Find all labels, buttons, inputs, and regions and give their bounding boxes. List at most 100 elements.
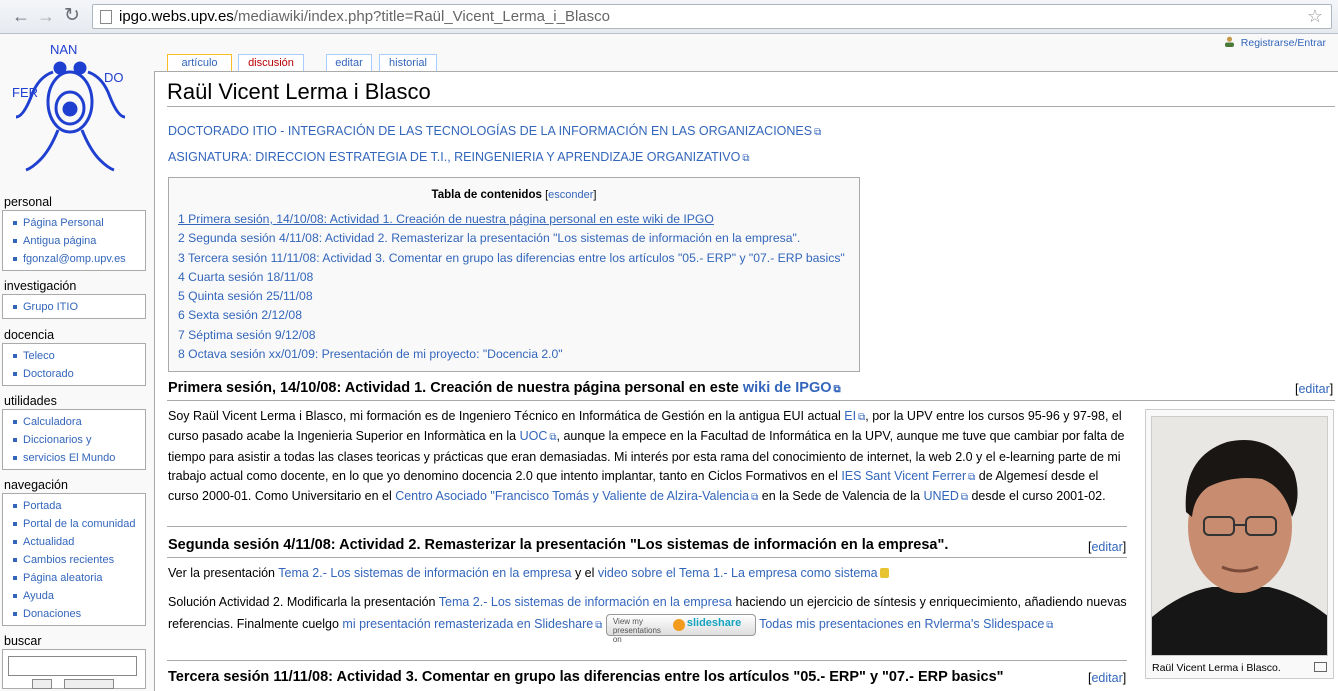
section-3-edit-link[interactable]: editar — [1091, 671, 1122, 685]
sidebar-item-pagina-aleatoria[interactable]: Página aleatoria — [11, 569, 145, 587]
tema2-link[interactable]: Tema 2.- Los sistemas de información en … — [278, 566, 571, 580]
sidebar-item-diccionarios[interactable]: Diccionarios y — [11, 431, 145, 449]
search-input[interactable] — [8, 656, 137, 676]
toc-item-8[interactable]: 8 Octava sesión xx/01/09: Presentación d… — [178, 345, 845, 364]
tab-history[interactable]: historial — [379, 54, 437, 71]
back-arrow-icon[interactable]: ← — [12, 6, 30, 26]
portlet-utilidades: Calculadora Diccionarios y servicios El … — [2, 409, 146, 470]
portlet-title-navegacion: navegación — [4, 478, 68, 492]
section-3-edit: [editar] — [1088, 671, 1127, 685]
slideshare-logo-icon — [672, 618, 685, 631]
portlet-title-buscar: buscar — [4, 634, 42, 648]
toc-item-7[interactable]: 7 Séptima sesión 9/12/08 — [178, 326, 845, 345]
sidebar-item-servicios[interactable]: servicios El Mundo — [11, 449, 145, 467]
ies-link[interactable]: IES Sant Vicent Ferrer — [841, 469, 975, 483]
portlet-docencia: Teleco Doctorado — [2, 343, 146, 386]
address-bar[interactable]: ipgo.webs.upv.es/mediawiki/index.php?tit… — [92, 4, 1332, 29]
tab-article[interactable]: artículo — [167, 54, 232, 72]
tab-discussion[interactable]: discusión — [238, 54, 304, 71]
ei-link[interactable]: EI — [844, 409, 865, 423]
portlet-title-personal: personal — [4, 195, 52, 209]
toc-hide-link[interactable]: esconder — [548, 189, 593, 201]
title-divider — [167, 106, 1335, 107]
portlet-title-utilidades: utilidades — [4, 394, 57, 408]
thumbnail-caption: Raül Vicent Lerma i Blasco. — [1152, 662, 1281, 674]
sidebar-item-email[interactable]: fgonzal@omp.upv.es — [11, 250, 145, 268]
url-path: /mediawiki/index.php?title=Raül_Vicent_L… — [233, 8, 610, 25]
slidespace-link[interactable]: Todas mis presentaciones en Rvlerma's Sl… — [759, 617, 1053, 631]
portlet-navegacion: Portada Portal de la comunidad Actualida… — [2, 493, 146, 626]
uned-link[interactable]: UNED — [923, 489, 968, 503]
asignatura-link[interactable]: ASIGNATURA: DIRECCION ESTRATEGIA DE T.I.… — [168, 150, 749, 164]
sidebar-item-antigua-pagina[interactable]: Antigua página — [11, 232, 145, 250]
portlet-title-docencia: docencia — [4, 328, 55, 342]
section-2-paragraph-1: Ver la presentación Tema 2.- Los sistema… — [168, 564, 1130, 583]
toc-item-4[interactable]: 4 Cuarta sesión 18/11/08 — [178, 268, 845, 287]
svg-text:NAN: NAN — [50, 42, 77, 57]
forward-arrow-icon[interactable]: → — [37, 6, 55, 26]
sidebar-item-donaciones[interactable]: Donaciones — [11, 605, 145, 623]
sidebar-item-portal-comunidad[interactable]: Portal de la comunidad — [11, 515, 145, 533]
profile-photo[interactable] — [1151, 416, 1328, 656]
go-button[interactable] — [32, 679, 52, 689]
sidebar-item-pagina-personal[interactable]: Página Personal — [11, 214, 145, 232]
toc-hide-wrapper: [esconder] — [545, 189, 597, 201]
sidebar-item-calculadora[interactable]: Calculadora — [11, 413, 145, 431]
sidebar-item-portada[interactable]: Portada — [11, 497, 145, 515]
section-3-heading: Tercera sesión 11/11/08: Actividad 3. Co… — [168, 669, 1004, 685]
login-label: Registrarse/Entrar — [1240, 37, 1326, 49]
sidebar-item-ayuda[interactable]: Ayuda — [11, 587, 145, 605]
portlet-personal: Página Personal Antigua página fgonzal@o… — [2, 210, 146, 271]
section-1-heading-text: Primera sesión, 14/10/08: Actividad 1. C… — [168, 380, 743, 396]
sidebar-item-doctorado[interactable]: Doctorado — [11, 365, 145, 383]
uoc-link[interactable]: UOC — [520, 429, 557, 443]
site-logo[interactable]: NAN FER DO — [8, 42, 133, 180]
url-domain: ipgo.webs.upv.es — [119, 8, 234, 25]
svg-text:DO: DO — [104, 70, 124, 85]
sidebar-item-grupo-itio[interactable]: Grupo ITIO — [11, 298, 145, 316]
page-title: Raül Vicent Lerma i Blasco — [167, 79, 431, 104]
toc-list: 1 Primera sesión, 14/10/08: Actividad 1.… — [178, 210, 845, 364]
section-1-paragraph: Soy Raül Vicent Lerma i Blasco, mi forma… — [168, 407, 1130, 507]
section-2-paragraph-2: Solución Actividad 2. Modificarla la pre… — [168, 591, 1130, 644]
svg-text:FER: FER — [12, 85, 38, 100]
tab-edit[interactable]: editar — [326, 54, 372, 71]
reload-icon[interactable]: ↻ — [64, 6, 80, 26]
toc-item-5[interactable]: 5 Quinta sesión 25/11/08 — [178, 287, 845, 306]
wiki-ipgo-link[interactable]: wiki de IPGO — [743, 380, 841, 396]
search-button[interactable] — [64, 679, 114, 689]
lock-icon — [879, 568, 889, 578]
slideshare-badge[interactable]: View my presentations on slideshare — [605, 613, 756, 644]
section-1-edit-link[interactable]: editar — [1298, 382, 1329, 396]
section-2-divider-top — [167, 526, 1127, 527]
portlet-investigacion: Grupo ITIO — [2, 294, 146, 319]
section-2-divider — [167, 557, 1127, 558]
user-icon — [1224, 36, 1234, 47]
magnify-icon[interactable] — [1314, 662, 1327, 672]
tema2-link-2[interactable]: Tema 2.- Los sistemas de información en … — [439, 595, 732, 609]
remasterizada-link[interactable]: mi presentación remasterizada en Slidesh… — [342, 617, 602, 631]
login-link[interactable]: Registrarse/Entrar — [1224, 36, 1326, 49]
section-2-edit-link[interactable]: editar — [1091, 540, 1122, 554]
bookmark-star-icon[interactable]: ☆ — [1307, 5, 1323, 28]
toc-item-6[interactable]: 6 Sexta sesión 2/12/08 — [178, 306, 845, 325]
toc-item-1[interactable]: 1 Primera sesión, 14/10/08: Actividad 1.… — [178, 210, 845, 229]
sidebar-item-cambios-recientes[interactable]: Cambios recientes — [11, 551, 145, 569]
toc-item-2[interactable]: 2 Segunda sesión 4/11/08: Actividad 2. R… — [178, 229, 845, 248]
toc-title-text: Tabla de contenidos — [431, 189, 542, 201]
section-1-edit: [editar] — [1295, 382, 1334, 396]
section-1-divider — [167, 400, 1335, 401]
browser-toolbar: ← → ↻ ipgo.webs.upv.es/mediawiki/index.p… — [0, 0, 1338, 34]
profile-thumbnail: Raül Vicent Lerma i Blasco. — [1145, 409, 1334, 679]
video-tema1-link[interactable]: video sobre el Tema 1.- La empresa como … — [598, 566, 878, 580]
doctorado-link[interactable]: DOCTORADO ITIO - INTEGRACIÓN DE LAS TECN… — [168, 124, 821, 138]
sidebar-item-teleco[interactable]: Teleco — [11, 347, 145, 365]
centro-asociado-link[interactable]: Centro Asociado "Francisco Tomás y Valie… — [395, 489, 758, 503]
sidebar-item-actualidad[interactable]: Actualidad — [11, 533, 145, 551]
toc-item-3[interactable]: 3 Tercera sesión 11/11/08: Actividad 3. … — [178, 249, 845, 268]
portlet-title-investigacion: investigación — [4, 279, 77, 293]
section-2-edit: [editar] — [1088, 540, 1127, 554]
section-2-heading: Segunda sesión 4/11/08: Actividad 2. Rem… — [168, 537, 949, 553]
section-1-heading: Primera sesión, 14/10/08: Actividad 1. C… — [168, 380, 841, 396]
section-3-divider-top — [167, 660, 1127, 661]
